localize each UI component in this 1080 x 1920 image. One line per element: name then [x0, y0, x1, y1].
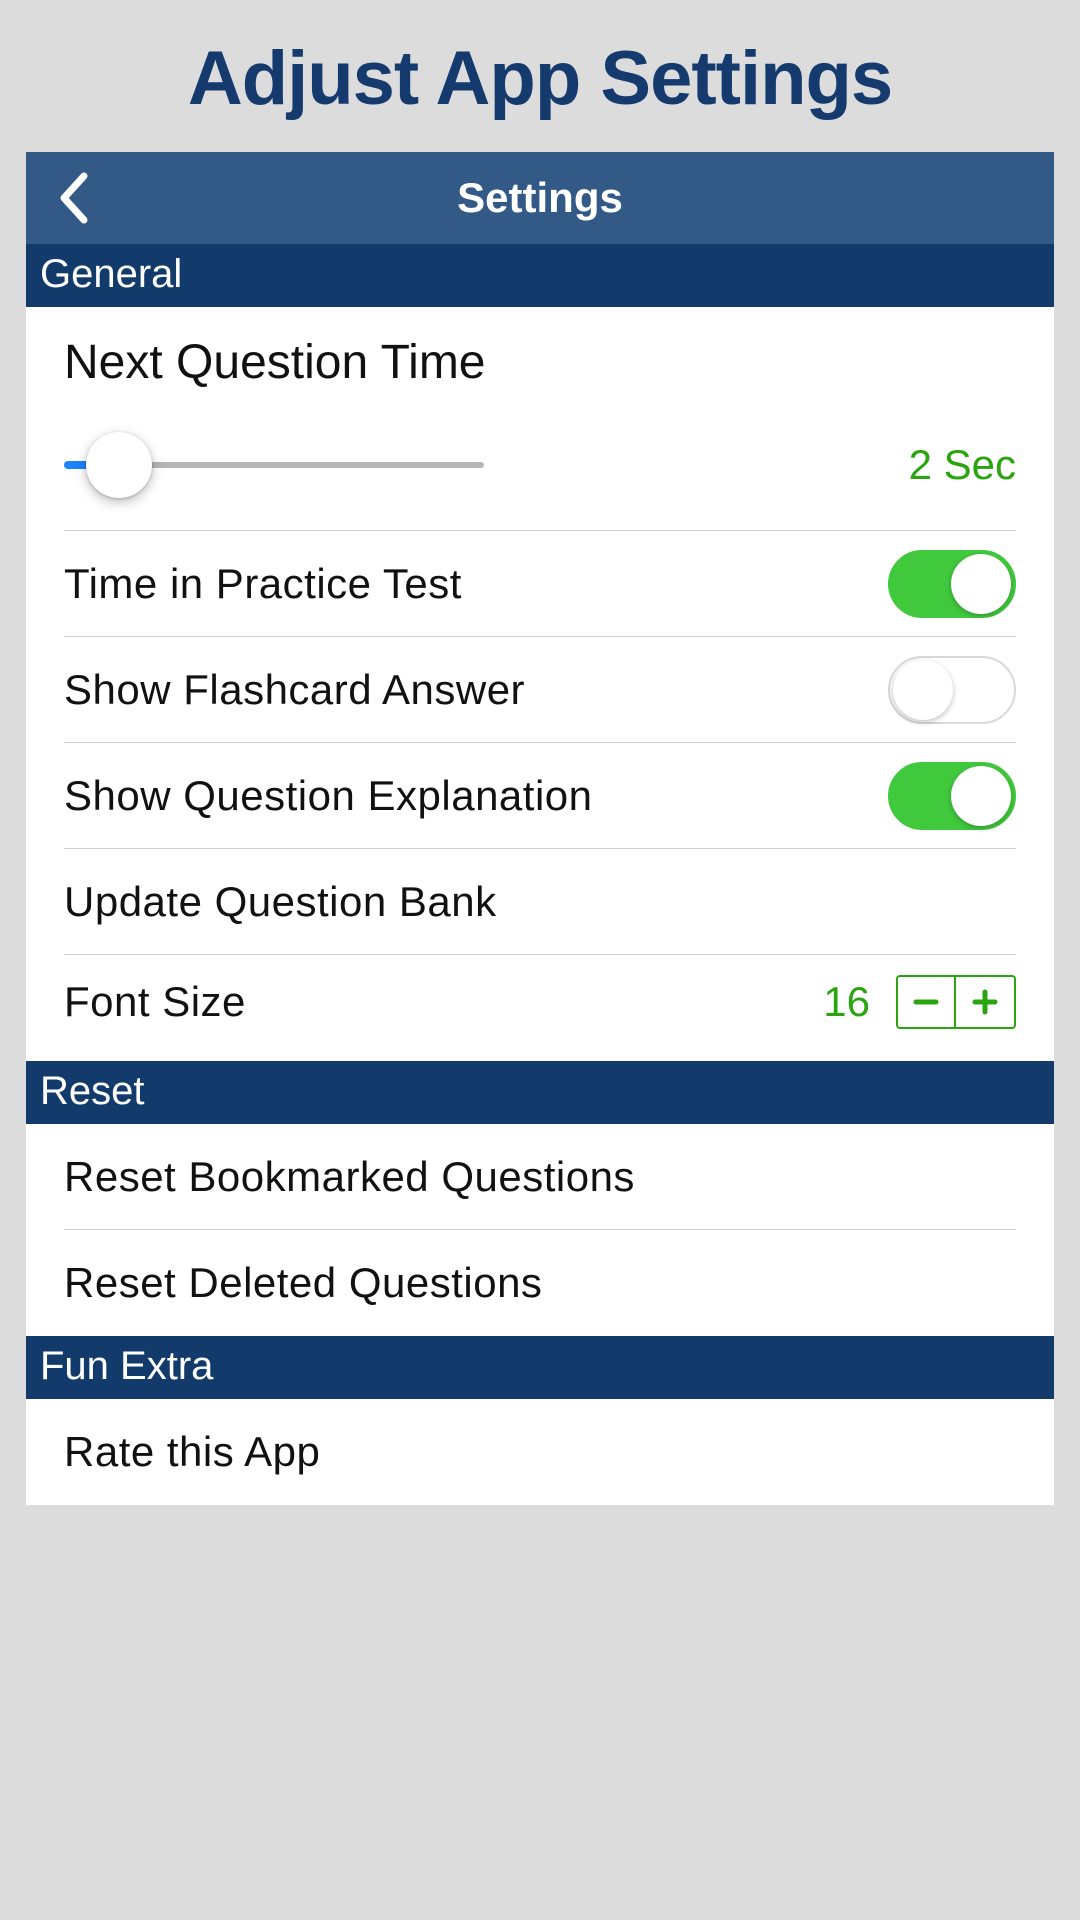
show-flashcard-toggle[interactable]: [888, 656, 1016, 724]
chevron-left-icon: [56, 172, 90, 224]
show-explanation-row: Show Question Explanation: [64, 743, 1016, 849]
font-size-row: Font Size 16: [64, 955, 1016, 1061]
next-question-time-block: Next Question Time 2 Sec: [64, 307, 1016, 531]
toggle-knob: [951, 766, 1011, 826]
plus-icon: [972, 989, 998, 1015]
section-header-reset: Reset: [26, 1061, 1054, 1124]
show-flashcard-row: Show Flashcard Answer: [64, 637, 1016, 743]
reset-deleted-label: Reset Deleted Questions: [64, 1259, 542, 1307]
time-in-practice-toggle[interactable]: [888, 550, 1016, 618]
rate-app-row[interactable]: Rate this App: [64, 1399, 1016, 1505]
minus-icon: [913, 989, 939, 1015]
next-question-time-label: Next Question Time: [64, 335, 1016, 390]
font-size-value: 16: [823, 978, 870, 1026]
update-question-bank-row[interactable]: Update Question Bank: [64, 849, 1016, 955]
reset-bookmarked-row[interactable]: Reset Bookmarked Questions: [64, 1124, 1016, 1230]
time-in-practice-label: Time in Practice Test: [64, 560, 462, 608]
font-size-label: Font Size: [64, 978, 246, 1026]
navbar: Settings: [26, 152, 1054, 244]
toggle-knob: [951, 554, 1011, 614]
font-size-increase-button[interactable]: [956, 977, 1014, 1027]
section-header-fun-extra: Fun Extra: [26, 1336, 1054, 1399]
slider-thumb[interactable]: [86, 432, 152, 498]
show-explanation-label: Show Question Explanation: [64, 772, 593, 820]
navbar-title: Settings: [457, 174, 623, 222]
reset-deleted-row[interactable]: Reset Deleted Questions: [64, 1230, 1016, 1336]
time-in-practice-row: Time in Practice Test: [64, 531, 1016, 637]
toggle-knob: [893, 660, 953, 720]
page-heading: Adjust App Settings: [0, 0, 1080, 152]
font-size-stepper: [896, 975, 1016, 1029]
reset-bookmarked-label: Reset Bookmarked Questions: [64, 1153, 635, 1201]
rate-app-label: Rate this App: [64, 1428, 320, 1476]
update-question-bank-label: Update Question Bank: [64, 878, 497, 926]
show-explanation-toggle[interactable]: [888, 762, 1016, 830]
show-flashcard-label: Show Flashcard Answer: [64, 666, 525, 714]
app-frame: Settings General Next Question Time 2 Se…: [26, 152, 1054, 1505]
font-size-decrease-button[interactable]: [898, 977, 956, 1027]
next-question-time-value: 2 Sec: [909, 441, 1016, 489]
section-header-general: General: [26, 244, 1054, 307]
back-button[interactable]: [56, 172, 90, 224]
next-question-time-slider[interactable]: [64, 430, 484, 500]
